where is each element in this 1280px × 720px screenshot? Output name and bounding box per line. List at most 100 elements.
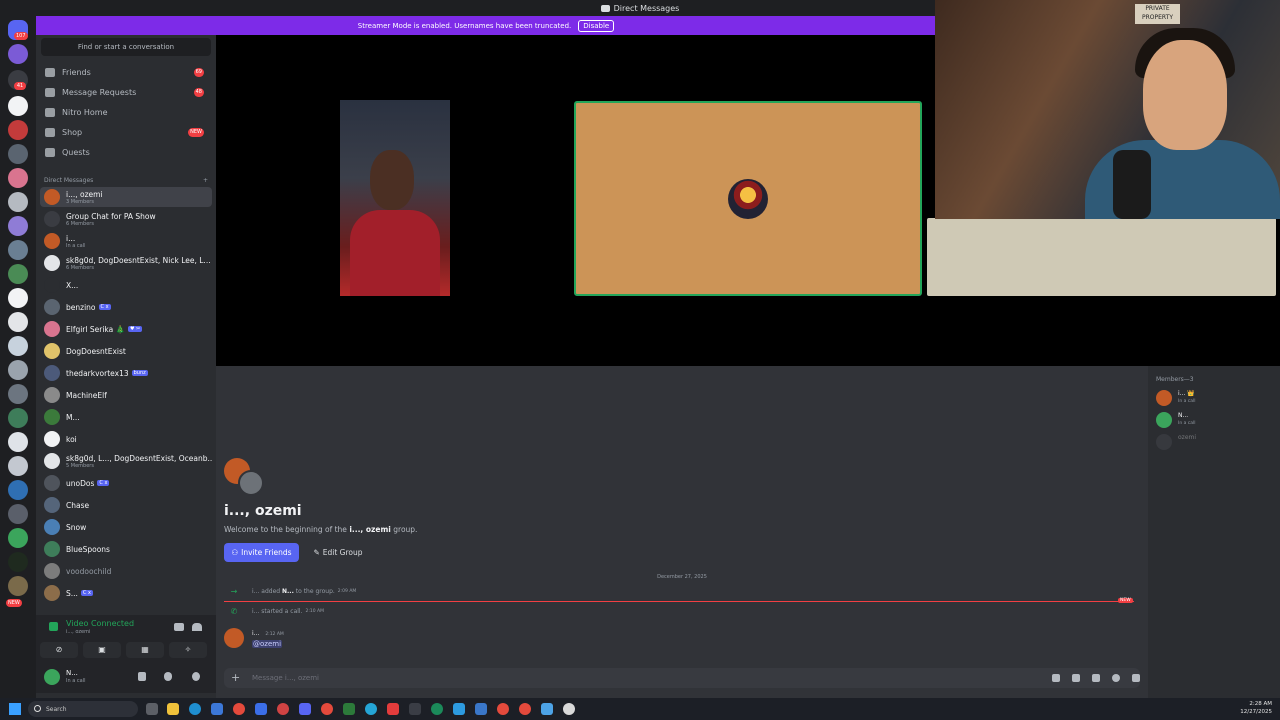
headphones-icon[interactable] <box>164 672 172 681</box>
screen-share-button[interactable]: ▣ <box>83 642 121 658</box>
dm-item[interactable]: S... C x <box>40 583 212 603</box>
server-icon[interactable] <box>8 264 28 284</box>
gift-icon[interactable] <box>1052 674 1060 682</box>
app-icon[interactable] <box>277 703 289 715</box>
chrome-icon[interactable] <box>321 703 333 715</box>
chrome-icon[interactable] <box>233 703 245 715</box>
sticker-icon[interactable] <box>1092 674 1100 682</box>
member-item[interactable]: N... In a call <box>1156 410 1276 430</box>
server-icon[interactable] <box>8 480 28 500</box>
dm-item[interactable]: voodoochild <box>40 561 212 581</box>
dm-item[interactable]: unoDos C x <box>40 473 212 493</box>
dm-item[interactable]: X... <box>40 275 212 295</box>
target[interactable]: N... <box>282 588 294 595</box>
voice-channel[interactable]: i..., ozemi <box>66 629 90 635</box>
message-input[interactable]: Message i..., ozemi <box>252 674 319 682</box>
server-icon[interactable] <box>8 408 28 428</box>
app-icon[interactable] <box>475 703 487 715</box>
avatar[interactable] <box>44 669 60 685</box>
dm-item[interactable]: sk8g0d, DogDoesntExist, Nick Lee, L... 6 … <box>40 253 212 273</box>
dm-item[interactable]: i... In a call <box>40 231 212 251</box>
dm-item[interactable]: Snow <box>40 517 212 537</box>
add-dm-plus-icon[interactable]: + <box>203 177 208 184</box>
nav-message-requests[interactable]: Message Requests 48 <box>40 83 212 101</box>
server-icon[interactable] <box>8 504 28 524</box>
server-icon[interactable] <box>8 240 28 260</box>
store-icon[interactable] <box>211 703 223 715</box>
server-icon[interactable] <box>8 216 28 236</box>
dm-item[interactable]: BlueSpoons <box>40 539 212 559</box>
dm-item[interactable]: i..., ozemi 3 Members <box>40 187 212 207</box>
dm-item[interactable]: DogDoesntExist <box>40 341 212 361</box>
server-icon[interactable] <box>8 432 28 452</box>
message-author[interactable]: i... 2:12 AM <box>252 630 284 637</box>
media-player-icon[interactable] <box>563 703 575 715</box>
server-icon[interactable] <box>8 456 28 476</box>
app-icon[interactable] <box>365 703 377 715</box>
server-icon[interactable] <box>8 528 28 548</box>
soundboard-button[interactable]: ✧ <box>169 642 207 658</box>
dm-item[interactable]: M... <box>40 407 212 427</box>
server-icon[interactable] <box>8 120 28 140</box>
server-icon[interactable] <box>8 552 28 572</box>
app-icon[interactable] <box>453 703 465 715</box>
system-clock[interactable]: 2:28 AM 12/27/2025 <box>1240 700 1272 716</box>
server-icon[interactable] <box>8 312 28 332</box>
task-view-icon[interactable] <box>146 703 158 715</box>
member-item[interactable]: i... 👑 In a call <box>1156 388 1276 408</box>
chrome-icon[interactable] <box>497 703 509 715</box>
dm-item[interactable]: benzino C x <box>40 297 212 317</box>
member-item[interactable]: ozemi <box>1156 432 1276 452</box>
taskbar-search[interactable]: Search <box>28 701 138 717</box>
dm-item[interactable]: thedarkvortex13 bunz <box>40 363 212 383</box>
server-icon[interactable] <box>8 168 28 188</box>
app-icon[interactable] <box>343 703 355 715</box>
message-composer[interactable]: + Message i..., ozemi <box>224 668 1140 688</box>
dm-item[interactable]: koi <box>40 429 212 449</box>
emoji-icon[interactable] <box>1112 674 1120 682</box>
dm-item[interactable]: MachineElf <box>40 385 212 405</box>
file-explorer-icon[interactable] <box>167 703 179 715</box>
dm-item[interactable]: Elfgirl Serika 🎄 ♥ ✂ <box>40 319 212 339</box>
video-tile-streamer[interactable] <box>927 218 1276 296</box>
microphone-icon[interactable] <box>138 672 146 681</box>
gear-icon[interactable] <box>192 672 200 681</box>
obs-icon[interactable] <box>409 703 421 715</box>
server-icon[interactable] <box>8 384 28 404</box>
disconnect-icon[interactable] <box>192 623 202 631</box>
server-icon[interactable] <box>8 192 28 212</box>
windows-start-icon[interactable] <box>9 703 21 715</box>
nav-shop[interactable]: Shop NEW <box>40 123 212 141</box>
server-icon[interactable] <box>8 288 28 308</box>
edge-icon[interactable] <box>189 703 201 715</box>
camera-off-button[interactable]: ⊘ <box>40 642 78 658</box>
activities-button[interactable]: ▦ <box>126 642 164 658</box>
apps-icon[interactable] <box>1132 674 1140 682</box>
chrome-icon[interactable] <box>519 703 531 715</box>
invite-friends-button[interactable]: ⚇ Invite Friends <box>224 543 299 562</box>
dm-item[interactable]: Group Chat for PA Show 6 Members <box>40 209 212 229</box>
nav-quests[interactable]: Quests <box>40 143 212 161</box>
actor[interactable]: i... <box>252 588 259 595</box>
server-icon[interactable] <box>8 144 28 164</box>
video-tile-participant[interactable] <box>340 100 450 296</box>
video-tile-avatar[interactable] <box>574 101 922 296</box>
server-icon[interactable] <box>8 44 28 64</box>
app-icon[interactable] <box>387 703 399 715</box>
nav-friends[interactable]: Friends 69 <box>40 63 212 81</box>
nav-nitro-home[interactable]: Nitro Home <box>40 103 212 121</box>
app-icon[interactable] <box>431 703 443 715</box>
dm-item[interactable]: sk8g0d, L..., DogDoesntExist, Oceanb... 5… <box>40 451 212 471</box>
avatar[interactable] <box>224 628 244 648</box>
notepad-icon[interactable] <box>541 703 553 715</box>
noise-suppression-icon[interactable] <box>174 623 184 631</box>
server-icon[interactable] <box>8 576 28 596</box>
disable-streamer-mode-button[interactable]: Disable <box>578 19 615 32</box>
app-icon[interactable] <box>255 703 267 715</box>
mention[interactable]: @ozemi <box>252 640 283 648</box>
server-icon[interactable] <box>8 360 28 380</box>
plus-icon[interactable]: + <box>231 671 240 684</box>
edit-group-button[interactable]: ✎ Edit Group <box>308 543 368 562</box>
gif-icon[interactable] <box>1072 674 1080 682</box>
discord-icon[interactable] <box>299 703 311 715</box>
